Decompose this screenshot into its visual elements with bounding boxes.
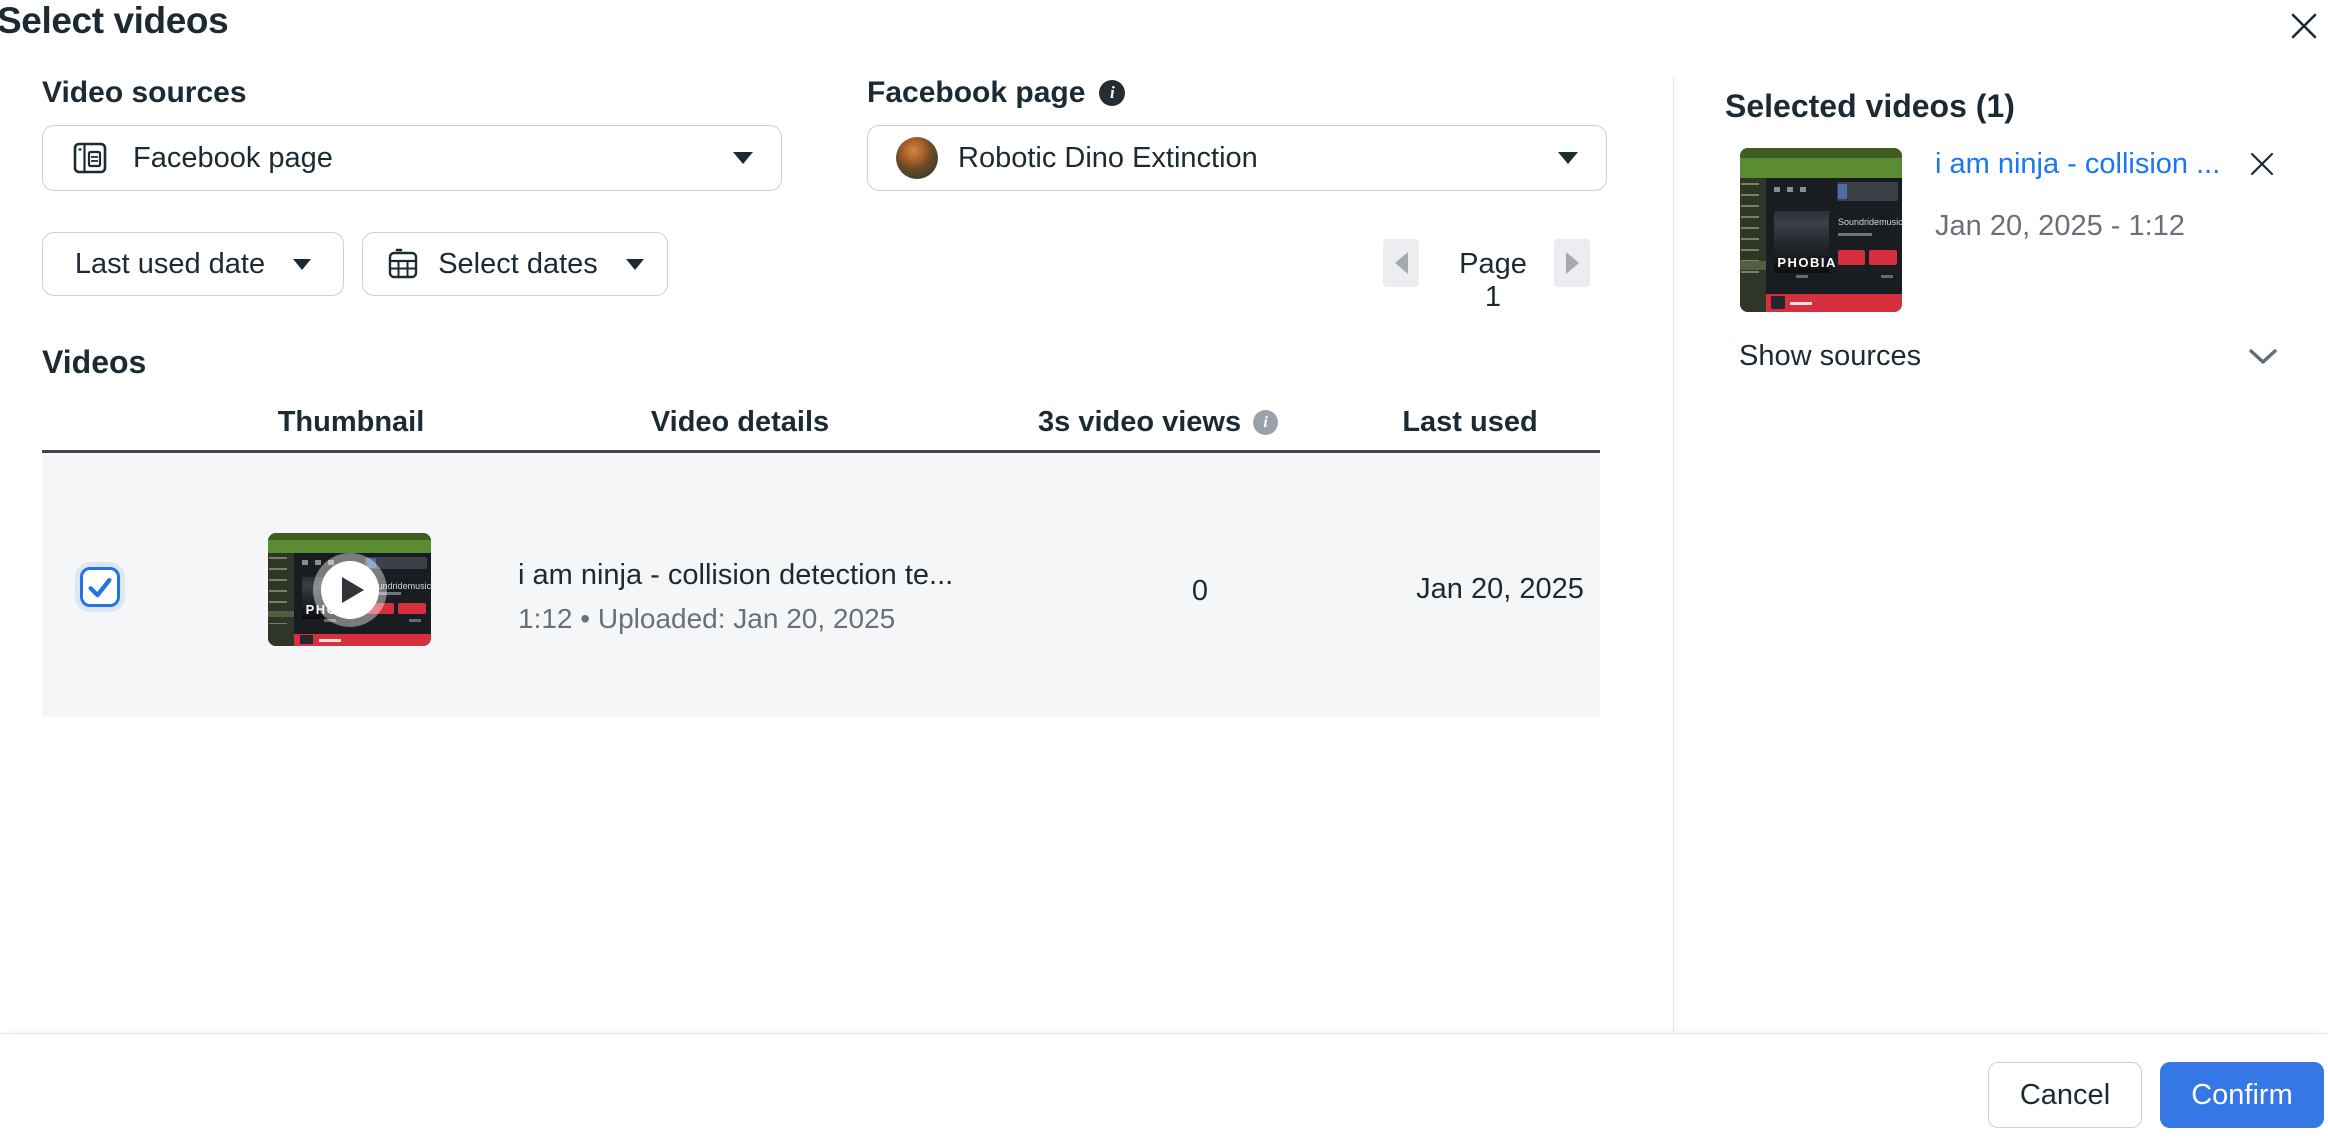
thumb-sidebar [268, 553, 294, 646]
select-dates-filter[interactable]: Select dates [362, 232, 668, 296]
page-indicator: Page 1 [1448, 248, 1538, 314]
next-page-button[interactable] [1554, 239, 1590, 287]
info-icon[interactable]: i [1253, 410, 1278, 435]
video-sources-label: Video sources [42, 76, 247, 110]
show-sources-toggle[interactable]: Show sources [1739, 340, 2279, 373]
confirm-button[interactable]: Confirm [2160, 1062, 2324, 1128]
sort-filter-label: Last used date [75, 248, 265, 281]
checkmark-icon [85, 572, 115, 602]
selected-videos-heading: Selected videos (1) [1725, 88, 2015, 125]
column-header-video-details: Video details [640, 406, 840, 439]
thumb-main-panel: PHOBIA Soundridemusic [1766, 178, 1902, 294]
thumb-track-title: Soundridemusic [1838, 217, 1902, 227]
column-header-thumbnail: Thumbnail [268, 406, 434, 439]
selected-video-meta: Jan 20, 2025 - 1:12 [1935, 210, 2185, 243]
video-thumbnail: PHOBIA Soundridemusic [268, 533, 431, 646]
remove-selected-icon[interactable] [2240, 142, 2284, 186]
play-icon [321, 561, 379, 619]
thumb-album-art: PHOBIA [1774, 211, 1828, 273]
cancel-button[interactable]: Cancel [1988, 1062, 2142, 1128]
caret-down-icon [1558, 152, 1578, 164]
video-sources-select[interactable]: Facebook page [42, 125, 782, 191]
video-sources-value: Facebook page [133, 142, 333, 175]
facebook-page-label-row: Facebook page i [867, 76, 1125, 110]
views-header-label: 3s video views [1038, 406, 1241, 439]
facebook-page-select[interactable]: Robotic Dino Extinction [867, 125, 1607, 191]
show-sources-label: Show sources [1739, 340, 1921, 373]
column-header-last-used: Last used [1400, 406, 1540, 439]
thumb-green-bar [1740, 148, 1902, 178]
selected-video-thumbnail: PHOBIA Soundridemusic [1740, 148, 1902, 312]
video-meta: 1:12 • Uploaded: Jan 20, 2025 [518, 603, 895, 635]
arrow-left-icon [1395, 252, 1408, 274]
info-icon[interactable]: i [1099, 80, 1125, 106]
thumb-red-bar [294, 634, 431, 646]
close-x-glyph [2246, 148, 2278, 180]
thumb-album-title: PHOBIA [1777, 255, 1837, 270]
close-icon[interactable] [2282, 4, 2326, 48]
table-row[interactable]: PHOBIA Soundridemusic i am ninja - colli… [42, 453, 1600, 717]
previous-page-button[interactable] [1383, 239, 1419, 287]
videos-heading: Videos [42, 344, 146, 381]
dates-filter-label: Select dates [438, 248, 598, 281]
thumb-red-bar [1766, 294, 1902, 312]
dialog-footer: Cancel Confirm [0, 1033, 2328, 1140]
caret-down-icon [626, 259, 644, 270]
facebook-page-icon [71, 139, 109, 177]
page-avatar [896, 137, 938, 179]
caret-down-icon [293, 259, 311, 270]
arrow-right-icon [1566, 252, 1579, 274]
column-header-3s-video-views: 3s video views i [1038, 406, 1278, 439]
page-title: Select videos [0, 0, 228, 42]
selected-video-link[interactable]: i am ninja - collision ... [1935, 148, 2235, 181]
facebook-page-label: Facebook page [867, 76, 1085, 110]
video-3s-views: 0 [1100, 575, 1300, 608]
thumb-green-bar [268, 533, 431, 553]
video-last-used: Jan 20, 2025 [1360, 573, 1640, 606]
close-x-glyph [2286, 8, 2322, 44]
video-checkbox[interactable] [80, 567, 120, 607]
last-used-date-filter[interactable]: Last used date [42, 232, 344, 296]
panel-divider [1673, 75, 1674, 1033]
chevron-down-icon [2247, 347, 2279, 367]
thumb-sidebar [1740, 178, 1766, 312]
calendar-icon [386, 247, 420, 281]
video-title: i am ninja - collision detection te... [518, 559, 953, 592]
caret-down-icon [733, 152, 753, 164]
facebook-page-value: Robotic Dino Extinction [958, 142, 1258, 175]
